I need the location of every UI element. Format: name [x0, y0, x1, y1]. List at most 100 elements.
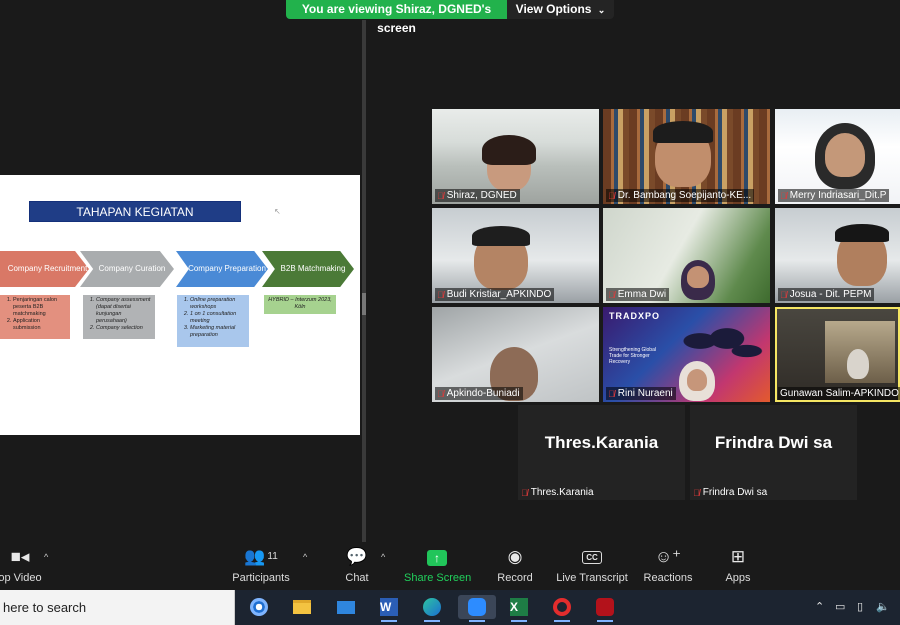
- taskbar-app-icon-active[interactable]: [458, 595, 496, 622]
- record-button[interactable]: ◉ Record: [494, 546, 536, 584]
- chevron-up-icon[interactable]: ⌃: [815, 600, 824, 613]
- live-transcript-button[interactable]: CC Live Transcript: [555, 546, 629, 584]
- video-options-caret[interactable]: ^: [44, 552, 48, 562]
- share-screen-button[interactable]: ↑ Share Screen: [404, 546, 471, 584]
- zoom-meeting-window: You are viewing Shiraz, DGNED's screen V…: [0, 0, 900, 625]
- slide-title: TAHAPAN KEGIATAN: [29, 201, 241, 222]
- detail-item: Company selection: [96, 325, 152, 332]
- participants-count: 11: [267, 551, 278, 562]
- participants-options-caret[interactable]: ^: [303, 552, 307, 562]
- participant-name: Rini Nuraeni: [617, 388, 673, 399]
- stop-video-button[interactable]: ■◂ op Video: [0, 546, 44, 584]
- video-tile[interactable]: 🎙̸ Budi Kristiar_APKINDO: [432, 208, 599, 303]
- participant-display-name: Frindra Dwi sa: [714, 433, 833, 452]
- step-preparation-details: Online preparation workshops 1 on 1 cons…: [177, 295, 249, 347]
- view-options-button[interactable]: View Options ⌄: [507, 0, 614, 19]
- participant-name-tag: 🎙̸ Dr. Bambang Soepijanto-KE...: [606, 189, 755, 202]
- speaker-icon[interactable]: 🔈: [876, 600, 890, 613]
- record-icon: ◉: [507, 547, 523, 566]
- participant-video: [835, 224, 889, 242]
- split-divider-handle[interactable]: [362, 293, 366, 315]
- cursor-icon: ↖: [274, 207, 281, 216]
- taskbar-app-icon[interactable]: [246, 595, 272, 619]
- presentation-slide: TAHAPAN KEGIATAN ↖ Company Recruitment C…: [0, 175, 360, 435]
- participant-name-tag: 🎙̸ Shiraz, DGNED: [435, 189, 520, 202]
- tradexpo-logo: TRADXPO: [609, 311, 661, 321]
- detail-item: Online preparation workshops: [190, 297, 246, 311]
- taskbar-app-icon[interactable]: O: [549, 595, 575, 622]
- video-tile[interactable]: 🎙̸ Merry Indriasari_Dit.P: [775, 109, 900, 204]
- running-indicator: [381, 620, 397, 622]
- participant-video: [687, 369, 707, 391]
- display-icon[interactable]: ▯: [857, 600, 863, 613]
- participants-button[interactable]: 👥 11 Participants: [230, 546, 292, 584]
- video-tile-active-speaker[interactable]: Gunawan Salim-APKINDO: [775, 307, 900, 402]
- chat-options-caret[interactable]: ^: [381, 552, 385, 562]
- participant-name-tag: 🎙̸ Apkindo-Buniadi: [435, 387, 523, 400]
- video-tile[interactable]: 🎙̸ Josua - Dit. PEPM: [775, 208, 900, 303]
- step-curation: Company Curation: [80, 251, 174, 287]
- video-tile[interactable]: 🎙̸ Emma Dwi: [603, 208, 770, 303]
- mic-muted-icon: 🎙̸: [780, 190, 787, 201]
- step-label: Company Preparation: [188, 264, 266, 273]
- chat-label: Chat: [345, 572, 369, 584]
- edge-icon: [423, 598, 441, 616]
- detail-item: Penjaringan calon peserta B2B matchmakin…: [13, 297, 67, 318]
- taskbar-app-icon[interactable]: W: [376, 595, 402, 622]
- apps-label: Apps: [725, 572, 751, 584]
- folder-icon: [293, 600, 311, 614]
- mic-muted-icon: 🎙̸: [521, 487, 528, 498]
- participant-name-tag: 🎙̸ Emma Dwi: [606, 288, 670, 301]
- meeting-toolbar: ■◂ op Video ^ 👥 11 Participants ^ 💬 Chat …: [0, 542, 900, 590]
- taskbar-search-box[interactable]: here to search: [0, 590, 235, 625]
- step-curation-details: Company assessment (dapat disertai kunju…: [83, 295, 155, 339]
- participant-display-name: Thres.Karania: [544, 433, 659, 452]
- video-tile[interactable]: 🎙̸ Apkindo-Buniadi: [432, 307, 599, 402]
- network-icon[interactable]: ▭: [835, 600, 845, 613]
- video-tile[interactable]: 🎙̸ Dr. Bambang Soepijanto-KE...: [603, 109, 770, 204]
- participant-name-tag: 🎙̸ Thres.Karania: [521, 487, 594, 498]
- taskbar-app-icon[interactable]: [289, 595, 315, 619]
- participant-video: [472, 226, 530, 246]
- participant-name-tag: 🎙̸ Budi Kristiar_APKINDO: [435, 288, 555, 301]
- word-icon: W: [380, 598, 398, 616]
- video-tile[interactable]: TRADXPO Strengthening Global Trade for S…: [603, 307, 770, 402]
- excel-icon: X: [510, 598, 528, 616]
- viewing-screen-label: You are viewing Shiraz, DGNED's screen: [286, 0, 507, 35]
- video-tile-off[interactable]: Frindra Dwi sa 🎙̸ Frindra Dwi sa: [690, 405, 857, 500]
- participant-name: Thres.Karania: [530, 487, 594, 498]
- chat-button[interactable]: 💬 Chat: [340, 546, 374, 584]
- participant-name: Dr. Bambang Soepijanto-KE...: [617, 190, 752, 201]
- taskbar-app-icon[interactable]: [419, 595, 445, 622]
- split-divider[interactable]: [362, 20, 366, 542]
- participant-video: [847, 349, 869, 379]
- taskbar-app-icon[interactable]: X: [506, 595, 532, 622]
- participant-name: Apkindo-Buniadi: [446, 388, 520, 399]
- running-indicator: [511, 620, 527, 622]
- video-tile-off[interactable]: Thres.Karania 🎙̸ Thres.Karania: [518, 405, 685, 500]
- reactions-button[interactable]: ☺⁺ Reactions: [643, 546, 693, 584]
- live-transcript-label: Live Transcript: [556, 572, 628, 584]
- mic-muted-icon: 🎙̸: [780, 289, 787, 300]
- participant-name: Frindra Dwi sa: [702, 487, 768, 498]
- view-options-label: View Options: [515, 2, 592, 16]
- taskbar-app-icon[interactable]: [592, 595, 618, 622]
- record-label: Record: [497, 572, 533, 584]
- video-tile[interactable]: 🎙̸ Shiraz, DGNED: [432, 109, 599, 204]
- chevron-down-icon: ⌄: [597, 5, 606, 15]
- participants-label: Participants: [232, 572, 290, 584]
- taskbar-app-icon[interactable]: [333, 595, 359, 619]
- participant-name: Emma Dwi: [617, 289, 667, 300]
- participant-video: [653, 121, 713, 143]
- search-placeholder: here to search: [3, 600, 87, 615]
- apps-icon: ⊞: [730, 547, 746, 566]
- participant-video: [687, 266, 709, 288]
- apps-button[interactable]: ⊞ Apps: [721, 546, 755, 584]
- stop-video-label: op Video: [0, 572, 42, 584]
- step-label: B2B Matchmaking: [280, 264, 346, 273]
- mic-muted-icon: 🎙̸: [608, 289, 615, 300]
- participant-video: [482, 135, 536, 165]
- detail-item: 1 on 1 consultation meeting: [190, 311, 246, 325]
- participant-name: Shiraz, DGNED: [446, 190, 517, 201]
- running-indicator: [554, 620, 570, 622]
